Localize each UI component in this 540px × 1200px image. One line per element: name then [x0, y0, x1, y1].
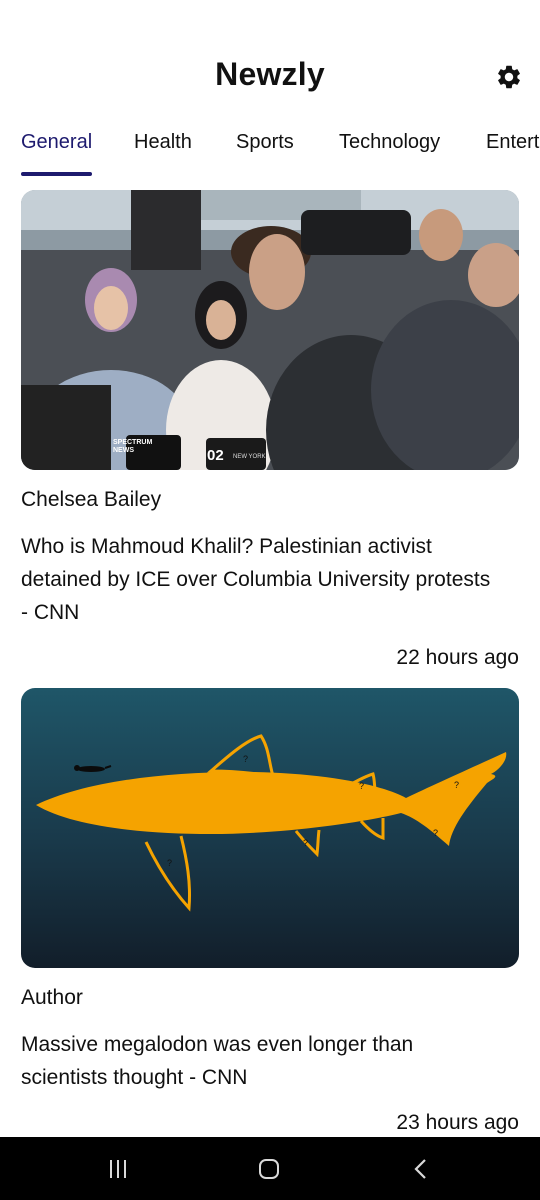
- article-headline[interactable]: Massive megalodon was even longer than s…: [21, 1028, 501, 1094]
- app-title: Newzly: [215, 56, 325, 92]
- article-timestamp: 23 hours ago: [396, 1111, 519, 1134]
- article-headline[interactable]: Who is Mahmoud Khalil? Palestinian activ…: [21, 530, 501, 629]
- article-image[interactable]: ? ? ? ? ? ?: [21, 688, 519, 968]
- fin-question-mark: ?: [359, 781, 365, 791]
- tab-health[interactable]: Health: [134, 131, 192, 154]
- channel-02-logo: 02: [207, 447, 224, 464]
- category-tabs: General Health Sports Technology Entert: [0, 118, 540, 178]
- recents-icon: [110, 1160, 126, 1178]
- tail-question-mark: ?: [433, 828, 439, 838]
- back-icon: [414, 1159, 426, 1179]
- gear-icon: [498, 65, 520, 89]
- home-icon: [259, 1159, 279, 1179]
- article-author: Chelsea Bailey: [21, 488, 162, 511]
- article-timestamp: 22 hours ago: [396, 646, 519, 669]
- back-button[interactable]: [401, 1151, 441, 1187]
- recents-button[interactable]: [98, 1151, 138, 1187]
- fin-question-mark: ?: [167, 858, 173, 868]
- megalodon-illustration: [21, 688, 519, 968]
- fin-question-mark: ?: [303, 838, 309, 848]
- home-button[interactable]: [249, 1151, 289, 1187]
- system-nav-bar: [0, 1137, 540, 1200]
- spectrum-news-logo: SPECTRUM NEWS: [113, 439, 153, 454]
- tab-technology[interactable]: Technology: [339, 131, 440, 154]
- tab-sports[interactable]: Sports: [236, 131, 294, 154]
- app-header: Newzly: [0, 0, 540, 120]
- channel-02-logo-sub: NEW YORK: [233, 454, 266, 460]
- reporters-photo: [21, 190, 519, 470]
- article-image[interactable]: SPECTRUM NEWS 02 NEW YORK: [21, 190, 519, 470]
- article-author: Author: [21, 986, 83, 1009]
- tab-general[interactable]: General: [21, 131, 92, 154]
- tab-entertainment[interactable]: Entert: [486, 131, 539, 154]
- tail-question-mark: ?: [454, 780, 460, 790]
- fin-question-mark: ?: [243, 754, 249, 764]
- settings-button[interactable]: [492, 60, 526, 94]
- active-tab-indicator: [21, 172, 92, 176]
